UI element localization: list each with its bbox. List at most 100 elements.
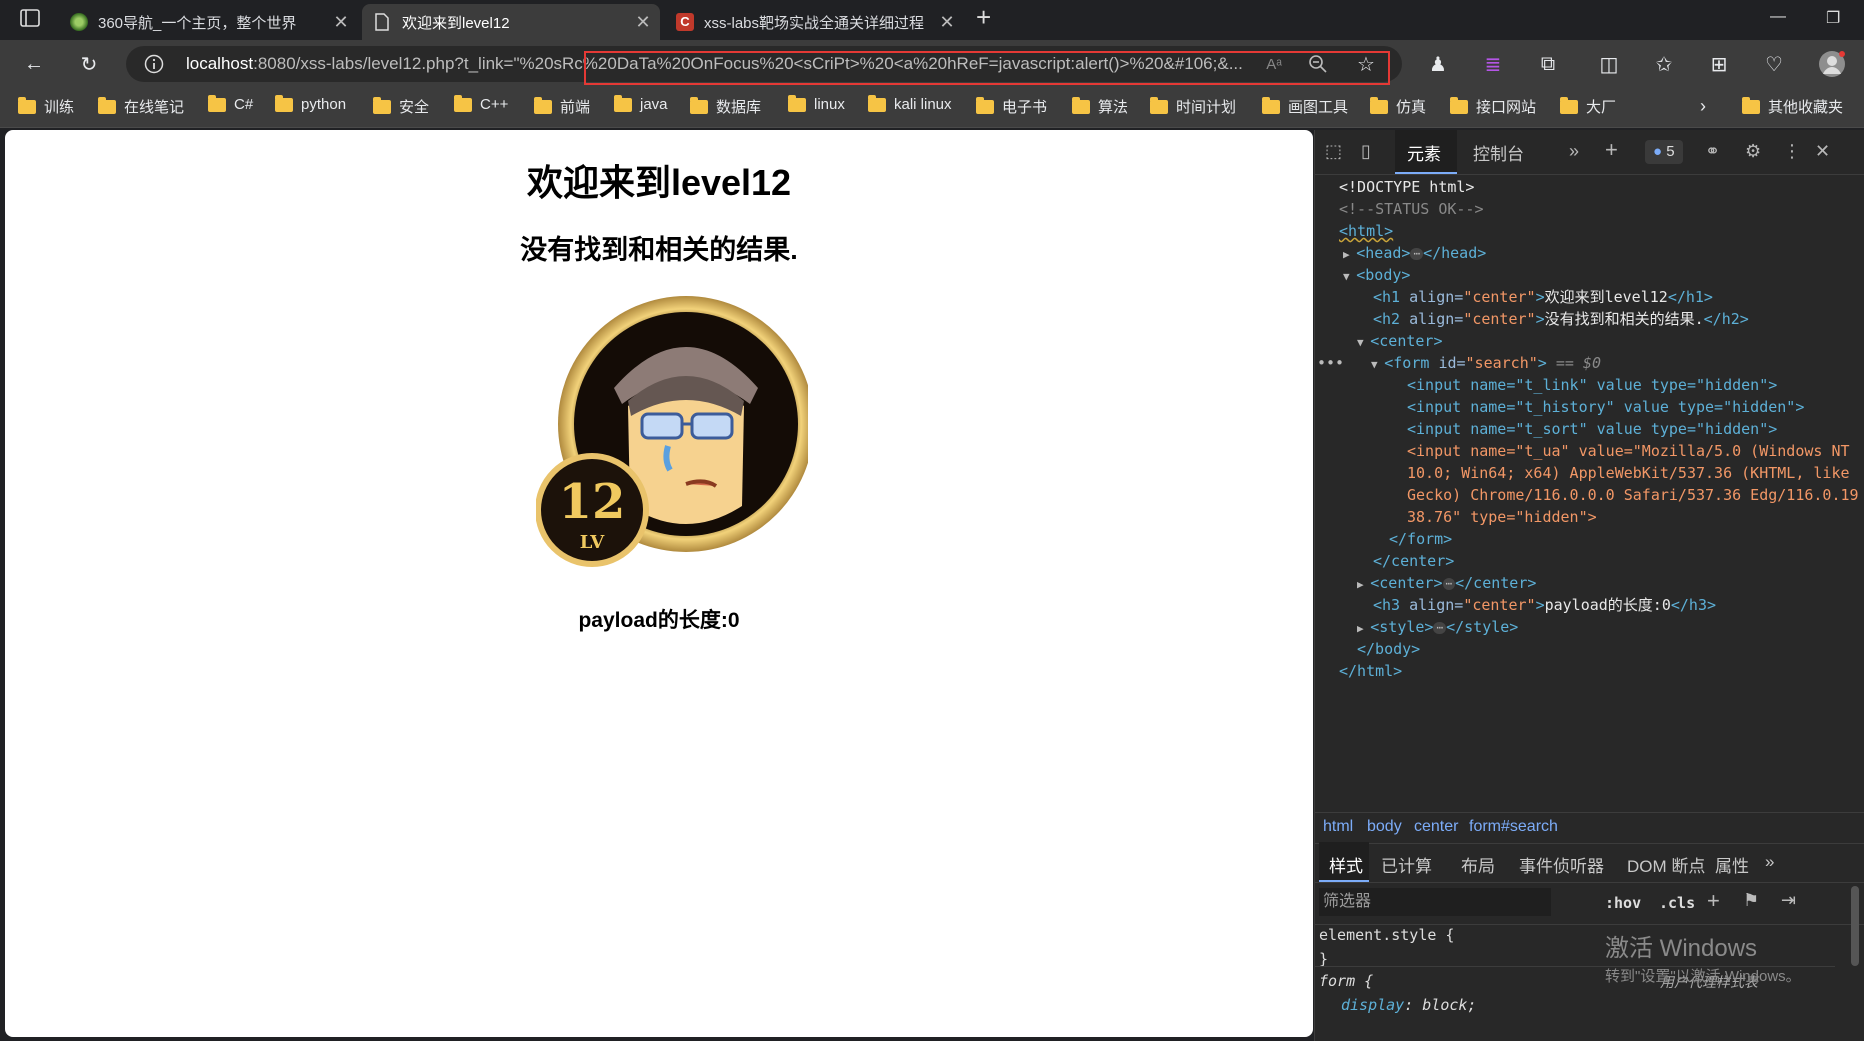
favorites-icon[interactable]: ✩ <box>1650 50 1678 78</box>
dom-h1[interactable]: <h1 align="center">欢迎来到level12</h1> <box>1373 286 1713 308</box>
dom-form-close[interactable]: </form> <box>1389 528 1452 550</box>
ellipsis-icon[interactable]: ⋯ <box>1410 247 1424 260</box>
breadcrumb-body[interactable]: body <box>1367 818 1402 836</box>
bookmark-folder[interactable]: C# <box>208 94 253 113</box>
performance-icon[interactable]: ♡ <box>1760 50 1788 78</box>
zoom-out-icon[interactable] <box>1304 50 1332 78</box>
tab-layout[interactable]: 布局 <box>1461 852 1495 877</box>
dom-input-t-ua[interactable]: <input name="t_ua" value="Mozilla/5.0 (W… <box>1407 440 1850 462</box>
tab-csdn[interactable]: C xss-labs靶场实战全通关详细过程 ✕ <box>664 4 964 40</box>
extension-purple-icon[interactable]: ≣ <box>1479 50 1507 78</box>
more-tabs-chevron-icon[interactable]: » <box>1569 141 1579 162</box>
dom-html-close[interactable]: </html> <box>1339 660 1402 682</box>
connection-icon[interactable]: ⚭ <box>1705 141 1720 162</box>
split-screen-icon[interactable]: ◫ <box>1595 50 1623 78</box>
expand-triangle-icon[interactable]: ▶ <box>1343 248 1356 261</box>
bookmark-folder[interactable]: 前端 <box>534 96 590 117</box>
extensions-puzzle-icon[interactable]: ⧉ <box>1534 50 1562 78</box>
hov-button[interactable]: :hov <box>1605 894 1641 912</box>
styles-scrollbar[interactable] <box>1851 886 1859 966</box>
breadcrumb-html[interactable]: html <box>1323 818 1353 836</box>
paint-brush-icon[interactable]: ⚑ <box>1743 890 1759 911</box>
bookmark-folder[interactable]: linux <box>788 94 845 113</box>
bookmark-folder[interactable]: 画图工具 <box>1262 96 1348 117</box>
dom-body-close[interactable]: </body> <box>1357 638 1420 660</box>
dom-body[interactable]: ▼ <body> <box>1343 264 1410 288</box>
read-aloud-icon[interactable]: Aᵃ <box>1260 50 1288 78</box>
ellipsis-icon[interactable]: ⋯ <box>1442 577 1456 590</box>
dom-style[interactable]: ▶ <style> ⋯ </style> <box>1357 616 1518 640</box>
dom-doctype[interactable]: <!DOCTYPE html> <box>1339 176 1474 198</box>
bookmark-folder[interactable]: kali linux <box>868 94 952 113</box>
tab-styles[interactable]: 样式 <box>1319 842 1369 882</box>
tab-dom-breakpoints[interactable]: DOM 断点 <box>1627 852 1705 877</box>
close-devtools-icon[interactable]: ✕ <box>1815 141 1830 162</box>
tab-computed[interactable]: 已计算 <box>1381 852 1432 877</box>
bookmark-folder-other[interactable]: 其他收藏夹 <box>1742 96 1843 117</box>
collapse-triangle-icon[interactable]: ▼ <box>1371 358 1384 371</box>
add-panel-plus-icon[interactable]: + <box>1605 137 1618 163</box>
bookmark-folder[interactable]: 算法 <box>1072 96 1128 117</box>
bookmark-folder[interactable]: 训练 <box>18 96 74 117</box>
dom-comment[interactable]: <!--STATUS OK--> <box>1339 198 1484 220</box>
ellipsis-icon[interactable]: ⋯ <box>1433 621 1447 634</box>
bookmark-folder[interactable]: 数据库 <box>690 96 761 117</box>
settings-gear-icon[interactable]: ⚙ <box>1745 141 1761 162</box>
bookmark-folder[interactable]: 安全 <box>373 96 429 117</box>
dom-h2[interactable]: <h2 align="center">没有找到和相关的结果.</h2> <box>1373 308 1749 330</box>
expand-triangle-icon[interactable]: ▶ <box>1357 578 1370 591</box>
expand-triangle-icon[interactable]: ▶ <box>1357 622 1370 635</box>
display-declaration[interactable]: display: block; <box>1341 996 1476 1014</box>
tab-elements[interactable]: 元素 <box>1395 130 1457 174</box>
dom-input-t-sort[interactable]: <input name="t_sort" value type="hidden"… <box>1407 418 1777 440</box>
tab-event-listeners[interactable]: 事件侦听器 <box>1519 852 1604 877</box>
bookmark-folder[interactable]: 在线笔记 <box>98 96 184 117</box>
collections-icon[interactable]: ⊞ <box>1705 50 1733 78</box>
more-options-icon[interactable]: ⋮ <box>1783 141 1801 162</box>
bookmark-folder[interactable]: 仿真 <box>1370 96 1426 117</box>
bookmark-folder[interactable]: python <box>275 94 346 113</box>
dom-center-2[interactable]: ▶ <center> ⋯ </center> <box>1357 572 1536 596</box>
bookmark-folder[interactable]: 接口网站 <box>1450 96 1536 117</box>
restore-icon[interactable]: ❐ <box>1826 8 1840 28</box>
bookmark-folder[interactable]: java <box>614 94 668 113</box>
extension-puppet-icon[interactable]: ♟ <box>1424 50 1452 78</box>
device-emulation-icon[interactable]: ▯ <box>1361 141 1371 162</box>
dom-head[interactable]: ▶ <head> ⋯ </head> <box>1343 242 1486 266</box>
dom-html[interactable]: <html> <box>1339 220 1393 242</box>
inspect-element-icon[interactable]: ⬚ <box>1325 141 1342 162</box>
tab-actions-icon[interactable] <box>16 4 44 32</box>
address-bar[interactable]: localhost:8080/xss-labs/level12.php?t_li… <box>126 46 1402 85</box>
bookmark-folder[interactable]: C++ <box>454 94 508 113</box>
close-icon[interactable]: ✕ <box>632 12 654 33</box>
collapse-triangle-icon[interactable]: ▼ <box>1343 270 1356 283</box>
bookmarks-overflow-chevron-icon[interactable]: › <box>1700 96 1706 117</box>
profile-avatar[interactable] <box>1818 50 1846 78</box>
site-info-icon[interactable] <box>140 50 168 78</box>
row-menu-dots-icon[interactable]: ••• <box>1317 352 1344 374</box>
tab-properties[interactable]: 属性 <box>1715 852 1749 877</box>
breadcrumb-center[interactable]: center <box>1414 818 1458 836</box>
favorite-star-icon[interactable]: ☆ <box>1352 50 1380 78</box>
more-tabs-chevron-icon[interactable]: » <box>1765 852 1774 872</box>
bookmark-folder[interactable]: 时间计划 <box>1150 96 1236 117</box>
dom-input-t-link[interactable]: <input name="t_link" value type="hidden"… <box>1407 374 1777 396</box>
new-style-rule-plus-icon[interactable]: + <box>1707 888 1720 914</box>
bookmark-folder[interactable]: 大厂 <box>1560 96 1616 117</box>
tab-level12[interactable]: 欢迎来到level12 ✕ <box>362 4 660 40</box>
breadcrumb-form-search[interactable]: form#search <box>1469 818 1558 836</box>
back-arrow-icon[interactable]: ← <box>20 50 48 78</box>
minimize-icon[interactable]: — <box>1770 8 1786 26</box>
close-icon[interactable]: ✕ <box>330 12 352 33</box>
refresh-icon[interactable]: ↻ <box>75 50 103 78</box>
dom-h3[interactable]: <h3 align="center">payload的长度:0</h3> <box>1373 594 1716 616</box>
close-icon[interactable]: ✕ <box>936 12 958 33</box>
collapse-triangle-icon[interactable]: ▼ <box>1357 336 1370 349</box>
dom-center-close[interactable]: </center> <box>1373 550 1454 572</box>
element-style-rule[interactable]: element.style { <box>1319 926 1454 944</box>
tab-360[interactable]: 360导航_一个主页，整个世界 ✕ <box>58 4 358 40</box>
dom-center[interactable]: ▼ <center> <box>1357 330 1443 354</box>
cls-button[interactable]: .cls <box>1659 894 1695 912</box>
dom-input-t-history[interactable]: <input name="t_history" value type="hidd… <box>1407 396 1804 418</box>
bookmark-folder[interactable]: 电子书 <box>976 96 1047 117</box>
